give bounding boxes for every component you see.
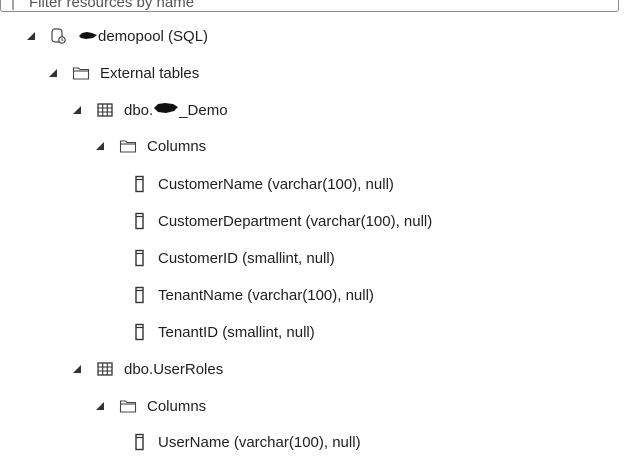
tree-item-columns-userroles[interactable]: Columns [95,394,206,418]
table-demo-prefix: dbo. [124,101,154,119]
column-label: CustomerName (varchar(100), null) [158,175,394,193]
columns-label: Columns [147,137,207,155]
table-icon [96,101,114,119]
external-tables-label: External tables [100,64,200,82]
tree-item-pool[interactable]: demopool (SQL) [26,24,208,48]
filter-input[interactable]: Filter resources by name [0,0,619,12]
filter-placeholder: Filter resources by name [29,0,195,11]
column-icon [133,212,147,230]
caret-down-icon[interactable] [72,364,82,374]
folder-icon [72,64,90,82]
caret-down-icon[interactable] [48,68,58,78]
tree-item-column[interactable]: UserName (varchar(100), null) [133,430,361,454]
tree-item-column[interactable]: CustomerDepartment (varchar(100), null) [133,209,432,233]
database-icon [50,27,68,45]
caret-down-icon[interactable] [95,401,105,411]
tree-item-column[interactable]: CustomerName (varchar(100), null) [133,172,394,196]
tree-item-column[interactable]: CustomerID (smallint, null) [133,246,335,270]
column-label: TenantID (smallint, null) [158,323,315,341]
table-demo-label: _Demo [179,101,228,119]
caret-down-icon[interactable] [26,31,36,41]
tree-item-table-userroles[interactable]: dbo.UserRoles [72,357,223,381]
filter-icon [11,0,23,10]
columns-label: Columns [147,397,207,415]
tree-item-column[interactable]: TenantID (smallint, null) [133,320,315,344]
tree-item-column[interactable]: TenantName (varchar(100), null) [133,283,374,307]
tree-item-columns-demo[interactable]: Columns [95,134,206,158]
column-label: CustomerDepartment (varchar(100), null) [158,212,433,230]
tree-item-table-demo[interactable]: dbo. _Demo [72,98,228,122]
column-icon [133,249,147,267]
redacted-mark [78,28,98,45]
column-label: TenantName (varchar(100), null) [158,286,374,304]
column-label: CustomerID (smallint, null) [158,249,335,267]
folder-icon [119,137,137,155]
column-icon [133,433,147,451]
column-icon [133,323,147,341]
table-userroles-label: dbo.UserRoles [124,360,224,378]
column-icon [133,175,147,193]
column-label: UserName (varchar(100), null) [158,433,361,451]
caret-down-icon[interactable] [72,105,82,115]
pool-label: demopool (SQL) [98,27,209,45]
object-explorer: Filter resources by name demopool (SQL) [0,0,624,460]
caret-down-icon[interactable] [95,141,105,151]
tree-item-external-tables[interactable]: External tables [48,61,199,85]
folder-icon [119,397,137,415]
table-icon [96,360,114,378]
column-icon [133,286,147,304]
redacted-mark [153,101,179,119]
